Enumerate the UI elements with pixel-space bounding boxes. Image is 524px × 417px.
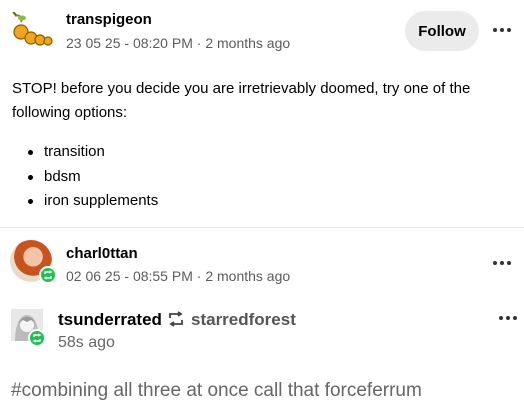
- original-relative-time[interactable]: 2 months ago: [205, 35, 290, 51]
- meta-separator: ·: [192, 35, 206, 51]
- current-time[interactable]: 58s ago: [58, 334, 115, 352]
- reblogger-username[interactable]: charl0ttan: [66, 245, 138, 262]
- meta-separator: ·: [192, 268, 206, 284]
- list-item: bdsm: [26, 165, 158, 190]
- original-post-meta: 23 05 25 - 08:20 PM · 2 months ago: [66, 35, 290, 51]
- reblog-meta: 02 06 25 - 08:55 PM · 2 months ago: [66, 268, 290, 284]
- original-username[interactable]: transpigeon: [66, 11, 152, 28]
- follow-button[interactable]: Follow: [405, 11, 479, 51]
- reblog-icon: [28, 329, 46, 347]
- original-post-header: transpigeon 23 05 25 - 08:20 PM · 2 mont…: [0, 0, 524, 62]
- post-body-text: STOP! before you decide you are irretrie…: [12, 80, 471, 121]
- reblog-timestamp[interactable]: 02 06 25 - 08:55 PM: [66, 268, 193, 284]
- tag-line[interactable]: #combining all three at once call that f…: [11, 380, 422, 402]
- orange-fruit-icon[interactable]: [9, 12, 53, 48]
- options-list: transition bdsm iron supplements: [26, 140, 158, 214]
- more-horizontal-icon[interactable]: [491, 25, 513, 35]
- more-horizontal-icon[interactable]: [491, 258, 513, 268]
- list-item: iron supplements: [26, 189, 158, 214]
- reblog-relative-time[interactable]: 2 months ago: [205, 268, 290, 284]
- reblog-icon: [169, 311, 183, 327]
- reblog-icon: [39, 266, 57, 284]
- list-item: transition: [26, 140, 158, 165]
- divider: [0, 227, 524, 228]
- current-username[interactable]: tsunderrated: [58, 310, 162, 330]
- more-horizontal-icon[interactable]: [497, 313, 519, 323]
- original-timestamp[interactable]: 23 05 25 - 08:20 PM: [66, 35, 193, 51]
- reblog-source-username[interactable]: starredforest: [191, 310, 296, 330]
